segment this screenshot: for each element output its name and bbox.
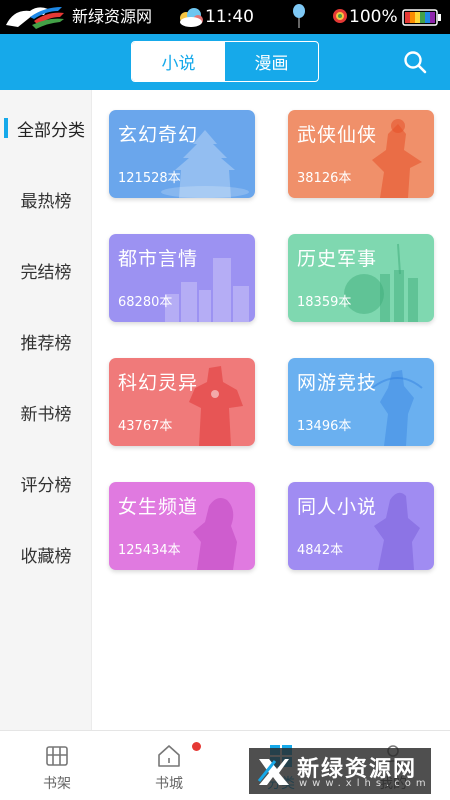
category-count: 13496本	[297, 419, 352, 434]
tab-novel[interactable]: 小说	[132, 42, 225, 81]
clock: 11:40	[205, 7, 254, 27]
category-name: 玄幻奇幻	[118, 124, 199, 146]
sidebar-item-label: 最热榜	[20, 191, 72, 212]
content-type-switch: 小说 漫画	[131, 41, 319, 82]
nav-bookstore[interactable]: 书城	[114, 731, 224, 800]
category-count: 38126本	[297, 171, 352, 186]
category-card-wuxia[interactable]: 武侠仙侠 38126本	[288, 110, 434, 198]
nav-label: 书城	[155, 776, 183, 792]
balloon-icon	[293, 4, 305, 28]
category-count: 43767本	[118, 419, 173, 434]
notification-badge	[192, 742, 201, 751]
category-name: 网游竞技	[297, 372, 378, 394]
category-name: 女生频道	[118, 496, 199, 518]
battery-percent: 100%	[349, 7, 398, 27]
category-card-history[interactable]: 历史军事 18359本	[288, 234, 434, 322]
category-name: 科幻灵异	[118, 372, 199, 394]
sidebar-item-label: 完结榜	[20, 262, 72, 283]
active-indicator	[4, 118, 8, 138]
sidebar-item-all-categories[interactable]: 全部分类	[0, 108, 92, 148]
category-name: 武侠仙侠	[297, 124, 378, 146]
sidebar-item-hottest[interactable]: 最热榜	[0, 179, 92, 219]
home-icon	[158, 745, 180, 767]
category-card-fantasy[interactable]: 玄幻奇幻 121528本	[109, 110, 255, 198]
sidebar-item-label: 全部分类	[17, 120, 85, 141]
nav-bookshelf[interactable]: 书架	[2, 731, 112, 800]
bookshelf-icon	[46, 746, 68, 766]
category-name: 都市言情	[118, 248, 199, 270]
sidebar-item-favorites[interactable]: 收藏榜	[0, 534, 92, 574]
sidebar-item-label: 新书榜	[20, 404, 72, 425]
app-header: 小说 漫画	[0, 34, 450, 90]
watermark-logo-icon	[257, 759, 289, 785]
sidebar-item-new-books[interactable]: 新书榜	[0, 392, 92, 432]
category-count: 4842本	[297, 543, 344, 558]
category-name: 历史军事	[297, 248, 378, 270]
search-icon[interactable]	[402, 49, 428, 75]
sidebar-item-label: 评分榜	[20, 475, 72, 496]
status-bar: 新绿资源网 11:40 100%	[0, 0, 450, 34]
sidebar-item-recommended[interactable]: 推荐榜	[0, 321, 92, 361]
category-count: 68280本	[118, 295, 173, 310]
tab-comic[interactable]: 漫画	[225, 42, 318, 81]
sidebar-item-rating[interactable]: 评分榜	[0, 463, 92, 503]
category-card-gaming[interactable]: 网游竞技 13496本	[288, 358, 434, 446]
category-grid: 玄幻奇幻 121528本 武侠仙侠 38126本 都市言情 68280本 历史军	[93, 90, 450, 730]
category-card-scifi[interactable]: 科幻灵异 43767本	[109, 358, 255, 446]
nav-label: 书架	[43, 776, 71, 792]
category-name: 同人小说	[297, 496, 378, 518]
category-count: 18359本	[297, 295, 352, 310]
category-card-female[interactable]: 女生频道 125434本	[109, 482, 255, 570]
site-name: 新绿资源网	[72, 7, 153, 26]
battery-icon	[402, 9, 441, 26]
category-count: 125434本	[118, 543, 181, 558]
target-icon	[333, 9, 347, 23]
sidebar-item-label: 推荐榜	[20, 333, 72, 354]
ranking-sidebar: 全部分类 最热榜 完结榜 推荐榜 新书榜 评分榜 收藏榜	[0, 90, 92, 730]
category-card-urban[interactable]: 都市言情 68280本	[109, 234, 255, 322]
category-count: 121528本	[118, 171, 181, 186]
watermark-url: www.xlhs.com	[299, 778, 431, 789]
horse-logo-icon	[6, 7, 64, 29]
sidebar-item-label: 收藏榜	[20, 546, 72, 567]
category-card-fanfiction[interactable]: 同人小说 4842本	[288, 482, 434, 570]
weather-icon	[180, 8, 203, 27]
watermark: 新绿资源网 www.xlhs.com	[249, 748, 431, 794]
sidebar-item-completed[interactable]: 完结榜	[0, 250, 92, 290]
